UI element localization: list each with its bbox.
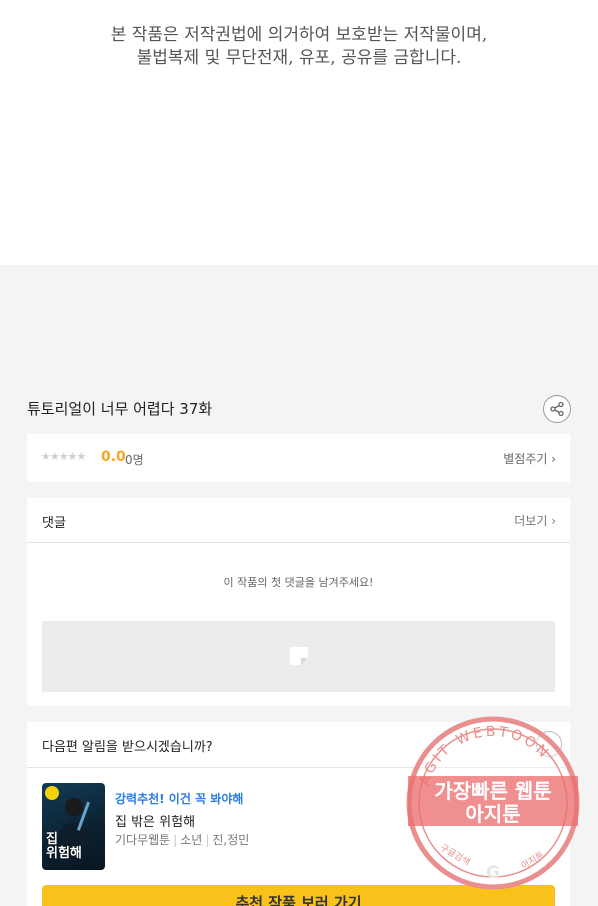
rating-stars[interactable]: ★★★★★ <box>41 450 86 463</box>
watermark-line1: 가장빠른 웹툰 <box>434 779 551 803</box>
copyright-notice: 본 작품은 저작권법에 의거하여 보호받는 저작물이며, 불법복제 및 무단전재… <box>0 0 598 265</box>
comment-header: 댓글 더보기 › <box>27 498 570 543</box>
thumbnail-title: 집 위험해 <box>46 832 82 861</box>
rating-score: 0.0 <box>101 449 126 465</box>
episode-title: 튜토리얼이 너무 어렵다 37화 <box>27 400 213 418</box>
comment-more-link[interactable]: 더보기 › <box>514 512 556 529</box>
recommend-tag: 강력추천! 이건 꼭 봐야해 <box>115 792 244 806</box>
recommend-meta: 기다무웹툰 | 소년 | 진,정민 <box>115 833 250 847</box>
recommend-genre: 기다무웹툰 <box>115 833 171 847</box>
recommend-title[interactable]: 집 밖은 위험해 <box>115 811 195 830</box>
comment-title: 댓글 <box>42 516 66 531</box>
comment-empty-message: 이 작품의 첫 댓글을 남겨주세요! <box>223 576 374 589</box>
write-icon <box>290 647 308 665</box>
rating-count: 0명 <box>125 453 144 467</box>
rating-card: ★★★★★ 0.0 0명 별점주기 › <box>27 434 570 482</box>
recommend-authors: 진,정민 <box>212 833 250 847</box>
google-logo-icon: G <box>486 863 500 883</box>
share-button[interactable] <box>543 395 571 423</box>
comment-input[interactable] <box>42 621 555 692</box>
watermark-stamp: AGIT WEBTOON 가장빠른 웹툰 아지툰 구글검색 아지툰 G <box>406 716 580 890</box>
share-icon <box>550 401 564 417</box>
copyright-line-1: 본 작품은 저작권법에 의거하여 보호받는 저작물이며, <box>110 25 488 45</box>
copyright-line-2: 불법복제 및 무단전재, 유포, 공유를 금합니다. <box>136 48 462 68</box>
comment-card: 댓글 더보기 › 이 작품의 첫 댓글을 남겨주세요! <box>27 498 570 706</box>
alarm-question: 다음편 알림을 받으시겠습니까? <box>42 740 213 755</box>
recommend-thumbnail[interactable]: 집 위험해 <box>42 783 105 870</box>
rate-button[interactable]: 별점주기 › <box>503 450 556 467</box>
recommend-category: 소년 <box>180 833 203 847</box>
watermark-line2: 아지툰 <box>465 802 520 826</box>
